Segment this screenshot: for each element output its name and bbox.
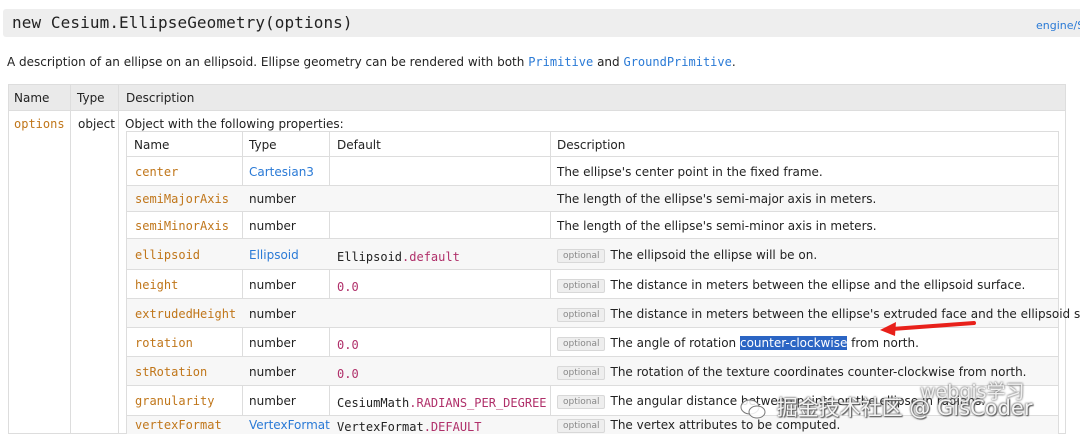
optional-badge: optional [557, 395, 606, 409]
description-text: A description of an ellipse on an ellips… [7, 55, 525, 69]
prop-name: semiMinorAxis [135, 219, 229, 233]
prop-default: CesiumMath.RADIANS_PER_DEGREE [337, 396, 547, 410]
selected-text-highlight[interactable]: counter-clockwise [739, 336, 848, 350]
red-arrow-annotation [880, 321, 976, 336]
optional-badge: optional [557, 308, 606, 322]
prop-name: stRotation [135, 365, 208, 379]
default-member: .DEFAULT [423, 420, 482, 434]
optional-badge: optional [557, 337, 606, 351]
prop-description: optional The distance in meters between t… [557, 278, 1025, 293]
default-member: .default [402, 250, 460, 264]
header-description: Description [557, 138, 626, 152]
prop-default: Ellipsoid.default [337, 250, 460, 264]
table-row: semiMinorAxis number The length of the ell… [127, 212, 1058, 239]
table-row: stRotation number 0.0 optional The rotation … [127, 357, 1058, 386]
table-row: semiMajorAxis number The length of the ell… [127, 186, 1058, 212]
header-name: Name [14, 91, 50, 105]
prop-type: number [249, 219, 296, 233]
prop-type: number [249, 365, 296, 379]
prop-name: granularity [135, 394, 215, 408]
default-object: VertexFormat [337, 420, 424, 434]
description-text: The ellipse's center point in the fixed … [557, 165, 823, 179]
optional-badge: optional [557, 279, 606, 293]
description-text: from north. [847, 336, 919, 350]
prop-name: rotation [135, 336, 193, 350]
default-object: CesiumMath [337, 396, 410, 410]
prop-type-link[interactable]: VertexFormat [249, 418, 330, 432]
param-options-type: object [78, 117, 115, 131]
prop-default: 0.0 [337, 338, 359, 352]
table-row: center Cartesian3 The ellipse's center poi… [127, 157, 1058, 186]
prop-description: The length of the ellipse's semi-major a… [557, 192, 876, 206]
description-end: . [731, 55, 736, 69]
header-default: Default [337, 138, 381, 152]
column-divider [70, 85, 71, 433]
header-type: Type [77, 91, 105, 105]
column-divider [118, 85, 119, 433]
function-signature-header: new Cesium.EllipseGeometry(options) [3, 9, 1080, 37]
header-name: Name [134, 138, 170, 152]
optional-badge: optional [557, 419, 606, 433]
groundprimitive-link[interactable]: GroundPrimitive [623, 55, 731, 69]
prop-description: The length of the ellipse's semi-minor a… [557, 219, 877, 233]
prop-name: ellipsoid [135, 248, 201, 262]
primitive-link[interactable]: Primitive [528, 55, 593, 69]
prop-type-link[interactable]: Cartesian3 [249, 165, 314, 179]
description-text: The distance in meters between the ellip… [610, 278, 1026, 292]
description-text: The length of the ellipse's semi-major a… [557, 192, 877, 206]
prop-type: number [249, 336, 296, 350]
description-text: The length of the ellipse's semi-minor a… [557, 219, 877, 233]
description-conjunction: and [597, 55, 620, 69]
parameters-table-header: Name Type Description [9, 85, 1065, 111]
default-number: 0.0 [337, 367, 359, 381]
description-text: The angle of rotation [610, 336, 740, 350]
prop-description: optional The distance in meters between t… [557, 307, 1080, 322]
optional-badge: optional [557, 366, 606, 380]
wechat-logo-icon [740, 399, 766, 419]
prop-type: number [249, 192, 296, 206]
prop-name: semiMajorAxis [135, 192, 229, 206]
default-member: .RADIANS_PER_DEGREE [409, 396, 547, 410]
prop-name: center [135, 165, 179, 179]
param-options-description: Object with the following properties: [125, 117, 344, 131]
header-type: Type [249, 138, 277, 152]
description-text: The ellipsoid the ellipse will be on. [610, 248, 818, 262]
watermark-overlay: webgis学习 [920, 381, 1025, 403]
default-object: Ellipsoid [337, 250, 403, 264]
optional-badge: optional [557, 249, 606, 263]
prop-description: optional The ellipsoid the ellipse will b… [557, 248, 817, 263]
param-options-name: options [14, 117, 65, 131]
prop-default: VertexFormat.DEFAULT [337, 420, 482, 434]
prop-name: height [135, 278, 179, 292]
table-row: height number 0.0 optional The distance in m… [127, 270, 1058, 299]
table-row: ellipsoid Ellipsoid Ellipsoid.default optio… [127, 239, 1058, 270]
default-number: 0.0 [337, 280, 359, 294]
default-number: 0.0 [337, 338, 359, 352]
prop-default: 0.0 [337, 367, 359, 381]
prop-name: vertexFormat [135, 418, 222, 432]
prop-type: number [249, 278, 296, 292]
prop-type: number [249, 307, 296, 321]
source-file-link[interactable]: engine/S [1036, 19, 1080, 32]
prop-type-link[interactable]: Ellipsoid [249, 248, 299, 262]
prop-name: extrudedHeight [135, 307, 237, 321]
prop-description: The ellipse's center point in the fixed … [557, 165, 823, 179]
prop-default: 0.0 [337, 280, 359, 294]
description-text: The distance in meters between the ellip… [610, 307, 1080, 321]
prop-type: number [249, 394, 296, 408]
prop-description: optional The angle of rotation counter-cl… [557, 336, 919, 351]
function-signature: new Cesium.EllipseGeometry(options) [12, 13, 353, 32]
function-description: A description of an ellipse on an ellips… [7, 55, 736, 69]
header-description: Description [126, 91, 195, 105]
properties-table-header: Name Type Default Description [127, 132, 1058, 157]
